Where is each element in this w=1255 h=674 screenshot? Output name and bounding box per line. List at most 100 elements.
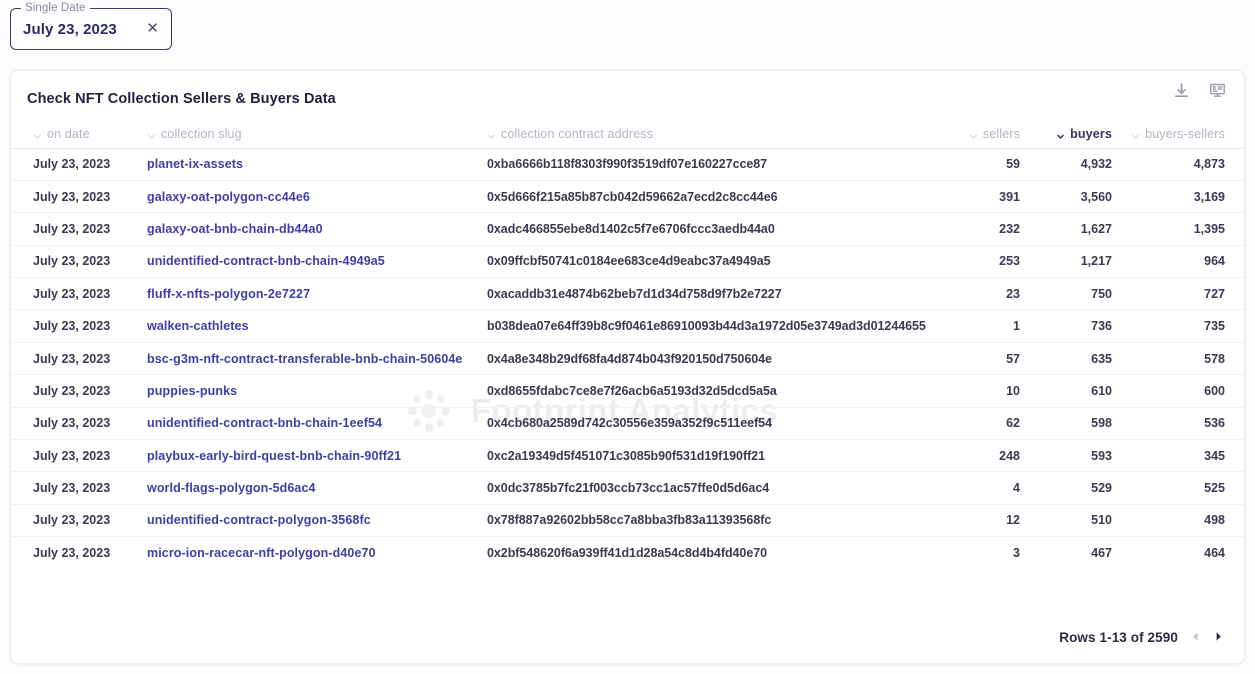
cell-buyers-sellers: 464 [1204, 546, 1225, 561]
table-row: July 23, 2023 galaxy-oat-bnb-chain-db44a0… [11, 212, 1244, 245]
cell-buyers: 736 [1091, 319, 1112, 334]
cell-on-date: July 23, 2023 [33, 189, 111, 204]
pagination: Rows 1-13 of 2590 [1059, 630, 1224, 645]
table-row: July 23, 2023 bsc-g3m-nft-contract-transf… [11, 342, 1244, 374]
table-body: July 23, 2023 planet-ix-assets 0xba6666b11… [11, 148, 1244, 569]
cell-on-date: July 23, 2023 [33, 448, 111, 463]
app-root: Single Date July 23, 2023 ✕ Check NFT Co… [0, 0, 1255, 674]
data-table-card: Check NFT Collection Sellers & Buyers Da… [10, 70, 1245, 664]
table-header-row: on date collection slug collection contr… [11, 121, 1244, 148]
collection-slug-link[interactable]: playbux-early-bird-quest-bnb-chain-90ff2… [147, 449, 401, 463]
cell-on-date: July 23, 2023 [33, 351, 111, 366]
cell-collection-slug: unidentified-contract-bnb-chain-4949a5 [131, 245, 471, 277]
single-date-input[interactable]: July 23, 2023 ✕ [10, 8, 172, 50]
collection-slug-link[interactable]: unidentified-contract-polygon-3568fc [147, 513, 371, 527]
data-table: on date collection slug collection contr… [11, 121, 1244, 569]
cell-sellers: 12 [1006, 513, 1020, 528]
table-row: July 23, 2023 puppies-punks 0xd8655fdabc7c… [11, 374, 1244, 407]
cell-collection-contract-address: 0x09ffcbf50741c0184ee683ce4d9eabc37a4949… [487, 254, 771, 269]
cell-buyers: 510 [1091, 513, 1112, 528]
card-actions [1170, 79, 1228, 101]
cell-sellers: 23 [1006, 286, 1020, 301]
cell-collection-contract-address: 0xd8655fdabc7ce8e7f26acb6a5193d32d5dcd5a… [487, 383, 777, 398]
chevron-down-icon [1131, 130, 1140, 139]
table-row: July 23, 2023 galaxy-oat-polygon-cc44e6 0x… [11, 180, 1244, 212]
page-title: Check NFT Collection Sellers & Buyers Da… [27, 91, 336, 107]
single-date-value: July 23, 2023 [23, 20, 117, 38]
table-row: July 23, 2023 unidentified-contract-bnb-c… [11, 407, 1244, 439]
column-header-label: sellers [982, 127, 1020, 142]
collection-slug-link[interactable]: micro-ion-racecar-nft-polygon-d40e70 [147, 546, 376, 560]
collection-slug-link[interactable]: puppies-punks [147, 384, 237, 398]
cell-on-date: July 23, 2023 [33, 319, 111, 334]
cell-collection-slug: galaxy-oat-bnb-chain-db44a0 [131, 213, 471, 245]
api-screen-icon[interactable] [1206, 79, 1228, 101]
cell-on-date: July 23, 2023 [33, 513, 111, 528]
cell-collection-contract-address: 0xba6666b118f8303f990f3519df07e160227cce… [487, 157, 768, 172]
cell-collection-slug: bsc-g3m-nft-contract-transferable-bnb-ch… [131, 342, 471, 374]
cell-collection-contract-address: 0xadc466855ebe8d1402c5f7e6706fccc3aedb44… [487, 221, 775, 236]
single-date-filter[interactable]: Single Date July 23, 2023 ✕ [10, 2, 172, 50]
column-header-buyers[interactable]: buyers [1036, 121, 1128, 148]
cell-sellers: 10 [1006, 383, 1020, 398]
download-icon[interactable] [1170, 79, 1192, 101]
cell-on-date: July 23, 2023 [33, 157, 111, 172]
chevron-right-icon[interactable] [1213, 631, 1224, 644]
chevron-left-icon[interactable] [1190, 631, 1201, 644]
chevron-down-icon [147, 130, 156, 139]
collection-slug-link[interactable]: unidentified-contract-bnb-chain-4949a5 [147, 254, 385, 268]
cell-collection-contract-address: 0x2bf548620f6a939ff41d1d28a54c8d4b4fd40e… [487, 546, 768, 561]
column-header-sellers[interactable]: sellers [926, 121, 1036, 148]
cell-sellers: 3 [1013, 546, 1020, 561]
table-row: July 23, 2023 fluff-x-nfts-polygon-2e7227… [11, 277, 1244, 310]
collection-slug-link[interactable]: planet-ix-assets [147, 157, 243, 171]
column-header-collection-slug[interactable]: collection slug [131, 121, 471, 148]
column-header-on-date[interactable]: on date [11, 121, 131, 148]
cell-sellers: 1 [1013, 319, 1020, 334]
cell-sellers: 232 [999, 221, 1020, 236]
cell-buyers: 1,627 [1080, 221, 1112, 236]
cell-buyers-sellers: 578 [1204, 351, 1225, 366]
cell-buyers-sellers: 1,395 [1193, 221, 1225, 236]
cell-collection-slug: walken-cathletes [131, 310, 471, 342]
cell-sellers: 391 [999, 189, 1020, 204]
cell-collection-contract-address: 0xacaddb31e4874b62beb7d1d34d758d9f7b2e72… [487, 286, 782, 301]
close-icon[interactable]: ✕ [142, 21, 163, 38]
chevron-down-icon [33, 130, 42, 139]
cell-collection-slug: playbux-early-bird-quest-bnb-chain-90ff2… [131, 440, 471, 472]
cell-buyers: 635 [1091, 351, 1112, 366]
collection-slug-link[interactable]: bsc-g3m-nft-contract-transferable-bnb-ch… [147, 352, 462, 366]
cell-buyers-sellers: 3,169 [1193, 189, 1225, 204]
cell-buyers: 4,932 [1080, 157, 1112, 172]
collection-slug-link[interactable]: galaxy-oat-polygon-cc44e6 [147, 190, 310, 204]
collection-slug-link[interactable]: world-flags-polygon-5d6ac4 [147, 481, 316, 495]
chevron-down-icon [969, 130, 978, 139]
collection-slug-link[interactable]: walken-cathletes [147, 319, 249, 333]
cell-sellers: 59 [1006, 157, 1020, 172]
cell-collection-slug: micro-ion-racecar-nft-polygon-d40e70 [131, 537, 471, 569]
cell-collection-slug: galaxy-oat-polygon-cc44e6 [131, 180, 471, 212]
collection-slug-link[interactable]: fluff-x-nfts-polygon-2e7227 [147, 287, 310, 301]
cell-on-date: July 23, 2023 [33, 254, 111, 269]
table-row: July 23, 2023 unidentified-contract-bnb-c… [11, 245, 1244, 277]
cell-buyers-sellers: 525 [1204, 481, 1225, 496]
cell-collection-contract-address: 0x0dc3785b7fc21f003ccb73cc1ac57ffe0d5d6a… [487, 481, 770, 496]
cell-buyers: 610 [1091, 383, 1112, 398]
cell-on-date: July 23, 2023 [33, 546, 111, 561]
cell-collection-contract-address: 0x5d666f215a85b87cb042d59662a7ecd2c8cc44… [487, 189, 778, 204]
cell-on-date: July 23, 2023 [33, 416, 111, 431]
cell-buyers-sellers: 735 [1204, 319, 1225, 334]
cell-sellers: 62 [1006, 416, 1020, 431]
collection-slug-link[interactable]: unidentified-contract-bnb-chain-1eef54 [147, 416, 382, 430]
cell-collection-slug: world-flags-polygon-5d6ac4 [131, 472, 471, 504]
pager-controls [1190, 631, 1224, 644]
cell-collection-contract-address: 0xc2a19349d5f451071c3085b90f531d19f190ff… [487, 448, 765, 463]
table-row: July 23, 2023 unidentified-contract-polyg… [11, 504, 1244, 536]
cell-buyers: 529 [1091, 481, 1112, 496]
column-header-label: on date [47, 127, 90, 142]
column-header-buyers-sellers[interactable]: buyers-sellers [1128, 121, 1244, 148]
cell-collection-contract-address: b038dea07e64ff39b8c9f0461e86910093b44d3a… [487, 319, 926, 334]
column-header-label: buyers-sellers [1145, 127, 1225, 142]
column-header-collection-contract-address[interactable]: collection contract address [471, 121, 926, 148]
collection-slug-link[interactable]: galaxy-oat-bnb-chain-db44a0 [147, 222, 323, 236]
